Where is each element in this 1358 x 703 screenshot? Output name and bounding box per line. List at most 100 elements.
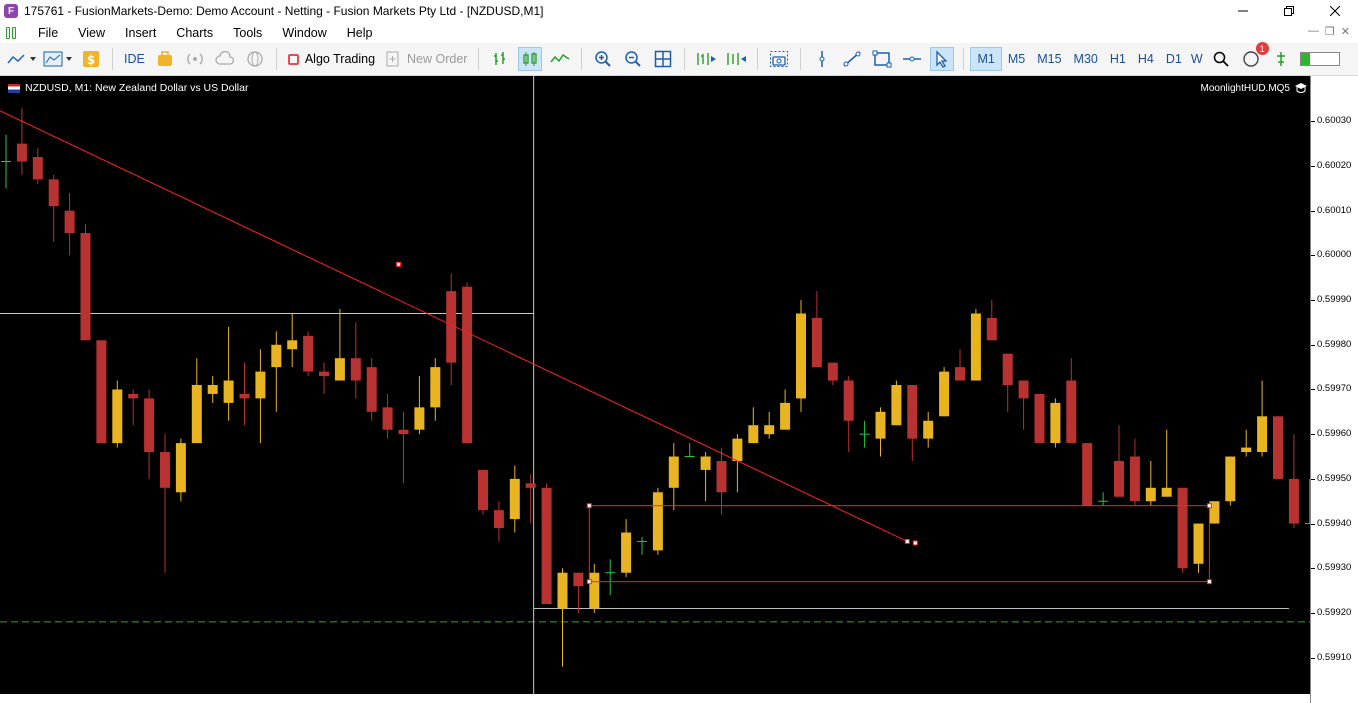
menu-charts[interactable]: Charts xyxy=(166,26,223,40)
ide-button[interactable]: IDE xyxy=(122,47,147,71)
candle-body xyxy=(255,371,266,399)
rectangle-object xyxy=(588,505,1210,583)
zoom-out-button[interactable] xyxy=(621,47,645,71)
algo-trading-button[interactable]: Algo Trading xyxy=(286,47,377,71)
menu-file[interactable]: File xyxy=(28,26,68,40)
candle-body xyxy=(64,210,75,234)
new-order-button[interactable]: New Order xyxy=(383,47,469,71)
cursor-button[interactable] xyxy=(930,47,955,71)
menu-help[interactable]: Help xyxy=(337,26,383,40)
screenshot-button[interactable] xyxy=(767,47,791,71)
timeframe-d1[interactable]: D1 xyxy=(1160,47,1188,71)
candle-body xyxy=(907,385,918,439)
chart-restore-icon[interactable]: ❐ xyxy=(1325,25,1335,38)
candle-body xyxy=(1225,456,1236,502)
signal-strength-button[interactable] xyxy=(1269,47,1293,71)
time-axis[interactable] xyxy=(0,694,1310,703)
chart-window[interactable]: NZDUSD, M1: New Zealand Dollar vs US Dol… xyxy=(0,76,1358,703)
restore-button[interactable] xyxy=(1266,0,1312,22)
candle-body xyxy=(223,380,234,403)
cloud-button[interactable] xyxy=(213,47,237,71)
camera-icon xyxy=(770,51,789,67)
candle-body xyxy=(16,143,27,162)
candle-body xyxy=(716,460,727,493)
restore-icon xyxy=(1284,6,1294,16)
auto-scroll-button[interactable] xyxy=(694,47,718,71)
timeframe-h4[interactable]: H4 xyxy=(1132,47,1160,71)
algo-trading-label: Algo Trading xyxy=(304,52,376,66)
candlestick-button[interactable] xyxy=(518,47,543,71)
auto-scroll-icon xyxy=(697,53,717,65)
price-tick-label: 0.60020 xyxy=(1317,159,1352,171)
candle-body xyxy=(589,572,600,609)
menu-window[interactable]: Window xyxy=(272,26,336,40)
market-button[interactable]: $ xyxy=(79,47,103,71)
candle-body xyxy=(1241,447,1252,453)
candlestick-chart[interactable] xyxy=(0,76,1310,694)
close-button[interactable] xyxy=(1312,0,1358,22)
candle-body xyxy=(668,456,679,488)
zoom-in-button[interactable] xyxy=(591,47,615,71)
close-icon xyxy=(1330,6,1340,16)
price-axis[interactable]: 0.60030 0.60020 0.60010 0.60000 0.59990 0.599… xyxy=(1310,76,1358,703)
price-tick xyxy=(1311,344,1315,346)
tile-windows-button[interactable] xyxy=(651,47,675,71)
candle-body xyxy=(334,358,345,381)
window-title: 175761 - FusionMarkets-Demo: Demo Accoun… xyxy=(24,4,544,18)
candle-body xyxy=(96,340,107,444)
toolbar: $ IDE Algo Trading New Order M1 M5 M15 M… xyxy=(0,42,1358,76)
candle-body xyxy=(875,411,886,439)
timeframe-m1[interactable]: M1 xyxy=(970,47,1002,71)
line-chart-icon xyxy=(7,54,36,64)
candle-body xyxy=(557,572,568,609)
candle-body xyxy=(1177,487,1188,569)
vps-button[interactable] xyxy=(243,47,267,71)
horizontal-line-button[interactable] xyxy=(900,47,924,71)
price-tick-label: 0.59990 xyxy=(1317,294,1352,306)
line-chart-button[interactable] xyxy=(548,47,572,71)
chart-style-button[interactable] xyxy=(7,47,37,71)
wallet-button[interactable] xyxy=(153,47,177,71)
candle-body xyxy=(48,179,59,207)
search-button[interactable] xyxy=(1209,47,1233,71)
minimize-button[interactable] xyxy=(1220,0,1266,22)
bar-chart-button[interactable] xyxy=(488,47,512,71)
price-tick xyxy=(1311,165,1315,167)
templates-button[interactable] xyxy=(43,47,73,71)
price-tick-label: 0.59930 xyxy=(1317,562,1352,574)
trendline-anchor xyxy=(904,538,910,544)
grid-icon xyxy=(655,50,672,68)
chart-shift-button[interactable] xyxy=(724,47,748,71)
menu-view[interactable]: View xyxy=(68,26,115,40)
timeframe-w1[interactable]: W xyxy=(1188,47,1206,71)
toolbar-separator xyxy=(684,48,686,70)
price-tick-label: 0.60030 xyxy=(1317,115,1352,127)
timeframe-h1[interactable]: H1 xyxy=(1104,47,1132,71)
window-controls xyxy=(1220,0,1358,22)
menu-tools[interactable]: Tools xyxy=(223,26,272,40)
chart-minimize-icon[interactable]: — xyxy=(1308,25,1319,38)
chart-close-icon[interactable]: ✕ xyxy=(1341,25,1350,38)
timeframe-m15[interactable]: M15 xyxy=(1031,47,1067,71)
candle-body xyxy=(414,407,425,430)
timeframe-m5[interactable]: M5 xyxy=(1002,47,1031,71)
candle-body xyxy=(732,438,743,461)
price-tick xyxy=(1311,389,1315,391)
notifications-button[interactable]: 1 xyxy=(1239,42,1269,71)
candle-body xyxy=(1066,380,1077,444)
candle-body xyxy=(462,286,473,444)
rectangle-button[interactable] xyxy=(870,47,894,71)
candle-body xyxy=(955,367,965,381)
signal-button[interactable] xyxy=(183,47,207,71)
candle-body xyxy=(287,340,298,350)
candle-body xyxy=(80,233,91,341)
menu-insert[interactable]: Insert xyxy=(115,26,166,40)
trendline-button[interactable] xyxy=(840,47,864,71)
timeframe-m30[interactable]: M30 xyxy=(1068,47,1104,71)
candle-body xyxy=(891,385,902,426)
toolbar-separator xyxy=(800,48,802,70)
vertical-line-button[interactable] xyxy=(810,47,834,71)
chart-window-controls: — ❐ ✕ xyxy=(1308,25,1350,38)
indicator-label[interactable]: MoonlightHUD.MQ5 xyxy=(1201,82,1308,94)
candle-body xyxy=(239,393,250,399)
